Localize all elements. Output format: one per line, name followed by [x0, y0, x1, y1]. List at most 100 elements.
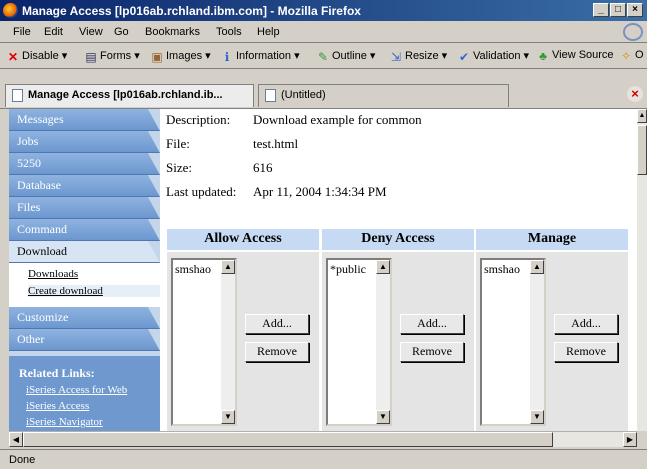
- allow-access-header: Allow Access: [167, 229, 319, 250]
- view-source-button[interactable]: ♣ View Source: [536, 49, 614, 63]
- tab-manage-access[interactable]: Manage Access [lp016ab.rchland.ib...: [5, 84, 254, 107]
- related-links-heading: Related Links:: [19, 366, 95, 380]
- nav-messages[interactable]: Messages: [9, 109, 160, 131]
- options-menu[interactable]: ✧ O: [619, 49, 644, 63]
- outline-menu[interactable]: ✎ Outline ▾: [316, 49, 375, 64]
- web-developer-toolbar: ✕ Disable ▾ ▤ Forms ▾ ▣ Images ▾ ℹ Informati…: [0, 43, 647, 69]
- close-window-button[interactable]: ×: [627, 3, 643, 17]
- related-links: Related Links: iSeries Access for Web iS…: [9, 356, 160, 431]
- sub-downloads[interactable]: Downloads: [28, 268, 78, 280]
- forms-menu[interactable]: ▤ Forms ▾: [84, 49, 139, 64]
- menu-view[interactable]: View: [79, 26, 103, 38]
- scroll-up-icon[interactable]: ▲: [376, 260, 390, 274]
- list-scrollbar[interactable]: ▲ ▼: [376, 260, 390, 424]
- tab-bar: Manage Access [lp016ab.rchland.ib... (Un…: [0, 81, 647, 109]
- deny-access-header: Deny Access: [322, 229, 474, 250]
- view-source-icon: ♣: [539, 49, 547, 63]
- scroll-down-icon[interactable]: ▼: [376, 410, 390, 424]
- information-menu[interactable]: ℹ Information ▾: [220, 49, 300, 64]
- deny-access-list[interactable]: *public ▲ ▼: [326, 258, 392, 426]
- nav-download[interactable]: Download: [9, 241, 160, 263]
- horizontal-scroll-thumb[interactable]: [23, 432, 553, 447]
- list-scrollbar[interactable]: ▲ ▼: [221, 260, 235, 424]
- images-menu[interactable]: ▣ Images ▾: [150, 49, 210, 64]
- forms-icon: ▤: [85, 50, 97, 64]
- menu-help[interactable]: Help: [257, 26, 280, 38]
- link-iseries-access[interactable]: iSeries Access: [26, 400, 89, 412]
- outline-icon: ✎: [317, 50, 329, 64]
- link-iseries-access-web[interactable]: iSeries Access for Web: [26, 384, 127, 396]
- page-scroll-thumb[interactable]: [637, 125, 647, 175]
- size-label: Size:: [166, 160, 192, 175]
- sub-create-download[interactable]: Create download: [28, 285, 160, 297]
- scroll-up-icon[interactable]: ▲: [530, 260, 544, 274]
- deny-add-button[interactable]: Add...: [400, 314, 464, 334]
- list-scrollbar[interactable]: ▲ ▼: [530, 260, 544, 424]
- manage-remove-button[interactable]: Remove: [554, 342, 618, 362]
- page-horizontal-scrollbar[interactable]: ◀ ▶: [9, 431, 637, 447]
- information-icon: ℹ: [224, 50, 230, 64]
- manage-list[interactable]: smshao ▲ ▼: [480, 258, 546, 426]
- firefox-logo-icon: [3, 3, 18, 18]
- file-value: test.html: [253, 136, 299, 151]
- validation-menu[interactable]: ✔ Validation ▾: [457, 49, 529, 64]
- manage-add-button[interactable]: Add...: [554, 314, 618, 334]
- tab-untitled[interactable]: (Untitled): [258, 84, 509, 107]
- resize-icon: ⇲: [390, 50, 402, 64]
- page-icon: [265, 89, 276, 102]
- last-updated-value: Apr 11, 2004 1:34:34 PM: [253, 184, 387, 199]
- list-item[interactable]: smshao: [175, 262, 211, 276]
- status-text: Done: [9, 454, 36, 466]
- scroll-down-icon[interactable]: ▼: [221, 410, 235, 424]
- validation-icon: ✔: [458, 50, 470, 64]
- main-content: Description: Download example for common…: [160, 109, 637, 431]
- nav-command[interactable]: Command: [9, 219, 160, 241]
- manage-header: Manage: [476, 229, 628, 250]
- allow-remove-button[interactable]: Remove: [245, 342, 309, 362]
- maximize-button[interactable]: □: [610, 3, 626, 17]
- nav-database[interactable]: Database: [9, 175, 160, 197]
- size-value: 616: [253, 160, 273, 175]
- menu-go[interactable]: Go: [114, 26, 129, 38]
- deny-access-panel: *public ▲ ▼ Add... Remove: [322, 252, 474, 431]
- deny-remove-button[interactable]: Remove: [400, 342, 464, 362]
- window-title: Manage Access [lp016ab.rchland.ibm.com] …: [22, 4, 361, 18]
- description-value: Download example for common: [253, 112, 422, 127]
- list-item[interactable]: smshao: [484, 262, 520, 276]
- menu-bookmarks[interactable]: Bookmarks: [145, 26, 200, 38]
- list-item[interactable]: *public: [330, 262, 366, 276]
- resize-menu[interactable]: ⇲ Resize ▾: [389, 49, 447, 64]
- status-bar: Done: [0, 449, 647, 469]
- throbber-icon: [623, 23, 643, 41]
- page-icon: [12, 89, 23, 102]
- nav-jobs[interactable]: Jobs: [9, 131, 160, 153]
- scroll-up-icon[interactable]: ▲: [221, 260, 235, 274]
- menu-file[interactable]: File: [13, 26, 31, 38]
- sidebar: Messages Jobs 5250 Database Files Comman…: [9, 109, 160, 431]
- disable-menu[interactable]: ✕ Disable ▾: [6, 49, 67, 64]
- scroll-left-icon[interactable]: ◀: [9, 432, 23, 447]
- description-label: Description:: [166, 112, 231, 127]
- options-icon: ✧: [620, 49, 632, 63]
- close-tab-icon[interactable]: ×: [627, 86, 643, 102]
- link-iseries-navigator[interactable]: iSeries Navigator: [26, 416, 103, 428]
- last-updated-label: Last updated:: [166, 184, 237, 199]
- disable-icon: ✕: [7, 50, 19, 64]
- scroll-right-icon[interactable]: ▶: [623, 432, 637, 447]
- menu-edit[interactable]: Edit: [44, 26, 63, 38]
- nav-files[interactable]: Files: [9, 197, 160, 219]
- scroll-down-icon[interactable]: ▼: [530, 410, 544, 424]
- images-icon: ▣: [151, 50, 163, 64]
- menu-tools[interactable]: Tools: [216, 26, 242, 38]
- allow-add-button[interactable]: Add...: [245, 314, 309, 334]
- title-bar: Manage Access [lp016ab.rchland.ibm.com] …: [0, 0, 647, 21]
- allow-access-list[interactable]: smshao ▲ ▼: [171, 258, 237, 426]
- minimize-button[interactable]: _: [593, 3, 609, 17]
- allow-access-panel: smshao ▲ ▼ Add... Remove: [167, 252, 319, 431]
- nav-customize[interactable]: Customize: [9, 307, 160, 329]
- file-label: File:: [166, 136, 190, 151]
- nav-5250[interactable]: 5250: [9, 153, 160, 175]
- nav-other[interactable]: Other: [9, 329, 160, 351]
- manage-panel: smshao ▲ ▼ Add... Remove: [476, 252, 628, 431]
- page-scroll-up-icon[interactable]: ▲: [637, 109, 647, 123]
